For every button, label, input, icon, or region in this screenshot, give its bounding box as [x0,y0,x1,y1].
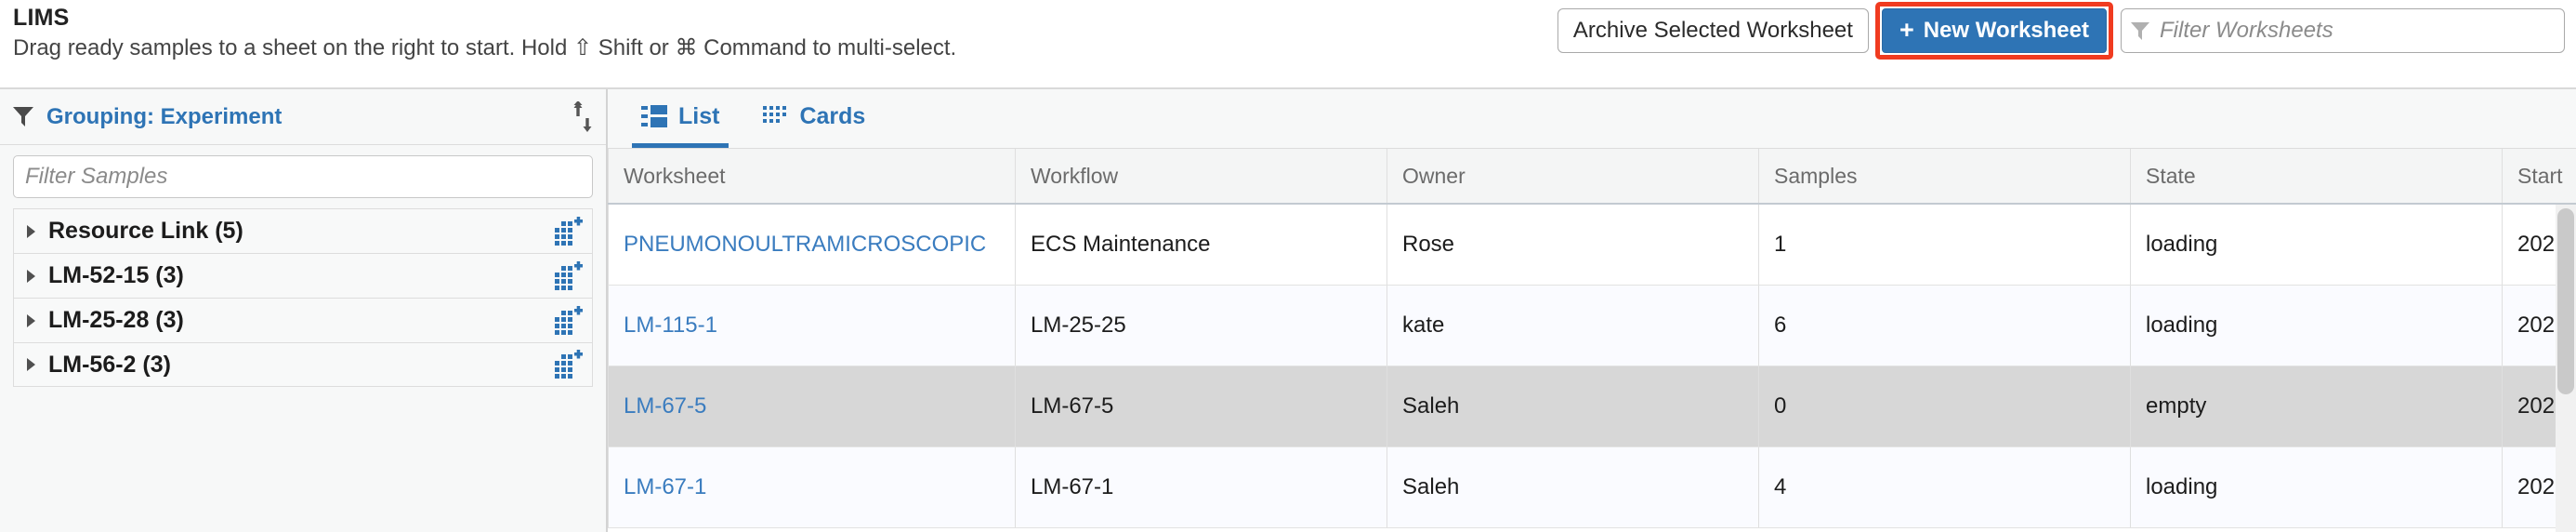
workspace: Grouping: Experiment Resource Link (5) L… [0,89,2576,532]
cell-samples: 4 [1758,446,2131,528]
header-actions: Archive Selected Worksheet + New Workshe… [1557,2,2565,60]
chevron-right-icon[interactable] [27,269,35,283]
cell-worksheet[interactable]: LM-67-1 [608,446,1016,528]
list-view-icon [641,105,667,127]
cell-samples: 0 [1758,366,2131,447]
cell-worksheet[interactable]: PNEUMONOULTRAMICROSCOPIC [608,204,1016,286]
sample-group-item[interactable]: LM-25-28 (3) [13,298,593,342]
column-header-owner[interactable]: Owner [1387,149,1759,205]
new-worksheet-highlight-box: + New Worksheet [1874,2,2113,60]
cell-owner: Saleh [1387,446,1759,528]
cell-state: loading [2130,204,2503,286]
sort-updown-icon[interactable] [572,100,593,133]
column-header-samples[interactable]: Samples [1758,149,2131,205]
table-vertical-scrollbar-thumb[interactable] [2557,208,2574,394]
column-header-state[interactable]: State [2130,149,2503,205]
sample-group-label: LM-52-15 (3) [48,262,184,288]
funnel-icon [2131,21,2149,40]
page-title: LIMS [13,5,70,31]
table-row[interactable]: LM-67-5 LM-67-5 Saleh 0 empty 202 [608,366,2576,447]
cell-state: loading [2130,446,2503,528]
cell-samples: 6 [1758,285,2131,366]
view-tabs: List Cards [608,89,2576,149]
worksheets-table-scroll-area[interactable]: Worksheet Workflow Owner Samples State S… [608,149,2576,532]
tab-list-label: List [678,102,720,129]
sample-filter-container [0,145,606,198]
grid-plus-icon [555,350,583,379]
new-worksheet-button[interactable]: + New Worksheet [1881,8,2107,53]
cards-view-icon [763,106,787,123]
cell-workflow: LM-67-5 [1015,366,1387,447]
cell-worksheet[interactable]: LM-115-1 [608,285,1016,366]
new-worksheet-button-label: New Worksheet [1923,18,2089,43]
sample-group-list: Resource Link (5) LM-52-15 (3) LM-25-28 … [0,208,606,387]
grouping-label[interactable]: Grouping: Experiment [46,104,572,130]
worksheets-main-panel: List Cards Worksheet Workflow Owner Samp… [608,89,2576,532]
sample-group-item[interactable]: Resource Link (5) [13,208,593,253]
worksheet-link[interactable]: PNEUMONOULTRAMICROSCOPIC [624,232,986,257]
grid-plus-icon [555,216,583,246]
page-subtitle: Drag ready samples to a sheet on the rig… [13,35,957,60]
grid-plus-icon [555,260,583,290]
worksheets-table: Worksheet Workflow Owner Samples State S… [608,149,2576,528]
table-body: PNEUMONOULTRAMICROSCOPIC ECS Maintenance R… [608,204,2576,528]
table-row[interactable]: LM-115-1 LM-25-25 kate 6 loading 202 [608,285,2576,366]
cell-state: loading [2130,285,2503,366]
archive-selected-worksheet-button[interactable]: Archive Selected Worksheet [1557,8,1869,53]
cell-owner: Rose [1387,204,1759,286]
header-text-block: LIMS Drag ready samples to a sheet on th… [13,4,956,63]
table-header-row: Worksheet Workflow Owner Samples State S… [608,149,2576,205]
tab-cards-label: Cards [799,102,866,129]
sample-group-label: LM-56-2 (3) [48,351,171,378]
sample-filter-input[interactable] [13,155,593,198]
grid-plus-icon [555,305,583,335]
cell-workflow: ECS Maintenance [1015,204,1387,286]
plus-icon: + [1899,15,1914,44]
cell-workflow: LM-67-1 [1015,446,1387,528]
cell-state: empty [2130,366,2503,447]
tab-cards[interactable]: Cards [753,89,874,148]
worksheet-link[interactable]: LM-67-5 [624,393,706,419]
table-row[interactable]: LM-67-1 LM-67-1 Saleh 4 loading 202 [608,446,2576,528]
cell-workflow: LM-25-25 [1015,285,1387,366]
funnel-icon[interactable] [13,107,33,126]
sample-group-label: Resource Link (5) [48,218,243,244]
table-header: Worksheet Workflow Owner Samples State S… [608,149,2576,205]
sample-group-item[interactable]: LM-52-15 (3) [13,253,593,298]
samples-sidebar: Grouping: Experiment Resource Link (5) L… [0,89,608,532]
column-header-worksheet[interactable]: Worksheet [608,149,1016,205]
grouping-bar: Grouping: Experiment [0,89,606,145]
table-row[interactable]: PNEUMONOULTRAMICROSCOPIC ECS Maintenance R… [608,204,2576,286]
chevron-right-icon[interactable] [27,224,35,238]
worksheet-link[interactable]: LM-115-1 [624,313,717,338]
tab-list[interactable]: List [632,89,729,148]
app-header: LIMS Drag ready samples to a sheet on th… [0,0,2576,89]
sample-group-label: LM-25-28 (3) [48,307,184,333]
column-header-workflow[interactable]: Workflow [1015,149,1387,205]
worksheet-filter-input[interactable] [2160,18,2555,44]
cell-owner: kate [1387,285,1759,366]
cell-owner: Saleh [1387,366,1759,447]
column-header-start[interactable]: Start [2502,149,2576,205]
chevron-right-icon[interactable] [27,313,35,327]
sample-group-item[interactable]: LM-56-2 (3) [13,342,593,387]
chevron-right-icon[interactable] [27,358,35,371]
cell-worksheet[interactable]: LM-67-5 [608,366,1016,447]
cell-samples: 1 [1758,204,2131,286]
table-vertical-scrollbar[interactable] [2556,205,2576,532]
worksheet-link[interactable]: LM-67-1 [624,474,706,499]
worksheet-filter-container[interactable] [2121,8,2565,53]
